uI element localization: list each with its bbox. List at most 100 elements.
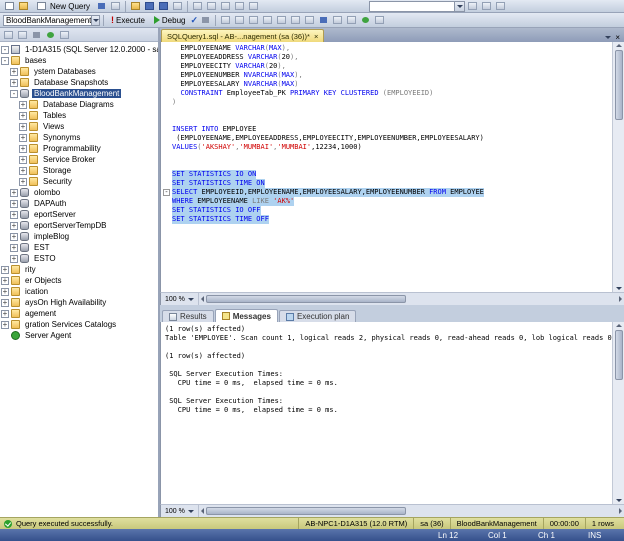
scrollbar-thumb[interactable] (205, 295, 406, 304)
scroll-up-icon[interactable] (615, 44, 622, 47)
messages-horizontal-scrollbar[interactable] (199, 505, 624, 517)
expand-icon[interactable]: + (10, 243, 18, 252)
save-all-icon[interactable] (157, 0, 170, 12)
close-icon[interactable]: × (314, 32, 318, 41)
find-icon[interactable] (466, 0, 479, 12)
expand-icon[interactable]: + (1, 298, 9, 307)
new-query-button[interactable]: New Query (31, 0, 94, 12)
expand-icon[interactable]: + (10, 78, 18, 87)
expand-icon[interactable]: + (19, 144, 27, 153)
scrollbar-thumb[interactable] (614, 330, 623, 381)
chevron-down-icon[interactable] (91, 15, 99, 25)
tree-item[interactable]: + rity (0, 264, 158, 275)
cut-icon[interactable] (191, 0, 204, 12)
redo-icon[interactable] (247, 0, 260, 12)
scroll-left-icon[interactable] (200, 296, 204, 303)
open-file-icon[interactable] (17, 0, 30, 12)
sql-editor-code[interactable]: EMPLOYEENAME VARCHAR(MAX), EMPLOYEEADDRE… (161, 42, 612, 292)
execute-button[interactable]: ! Execute (107, 14, 149, 26)
tree-item[interactable]: + er Objects (0, 275, 158, 286)
collapse-icon[interactable]: - (1, 56, 9, 65)
code-line-5[interactable]: EMPLOYEESALARY NVARCHAR(MAX) (161, 80, 612, 89)
database-engine-query-icon[interactable] (95, 0, 108, 12)
undo-icon[interactable] (233, 0, 246, 12)
code-line-18[interactable]: WHERE EMPLOYEENAME LIKE 'AK%' (161, 197, 612, 206)
collapse-icon[interactable]: - (10, 89, 18, 98)
messages-vertical-scrollbar[interactable] (612, 322, 624, 504)
scrollbar-thumb[interactable] (205, 507, 406, 515)
code-line-3[interactable]: EMPLOYEECITY VARCHAR(20), (161, 62, 612, 71)
paste-icon[interactable] (219, 0, 232, 12)
expand-icon[interactable]: + (1, 287, 9, 296)
code-line-20[interactable]: SET STATISTICS TIME OFF (161, 215, 612, 224)
estimated-plan-icon[interactable] (317, 14, 330, 26)
code-line-2[interactable]: EMPLOYEEADDRESS VARCHAR(20), (161, 53, 612, 62)
expand-icon[interactable]: + (19, 122, 27, 131)
toolbar-combobox[interactable] (369, 0, 466, 12)
navigate-forward-icon[interactable] (494, 0, 507, 12)
scroll-right-icon[interactable] (619, 508, 622, 514)
active-files-dropdown-icon[interactable] (605, 36, 612, 39)
chevron-down-icon[interactable] (454, 1, 465, 11)
expand-icon[interactable]: + (19, 111, 27, 120)
scrollbar-thumb[interactable] (614, 50, 623, 120)
editor-horizontal-scrollbar[interactable] (199, 293, 624, 305)
tree-item[interactable]: - BloodBankManagement (0, 88, 158, 99)
results-to-file-icon[interactable] (247, 14, 260, 26)
tree-item[interactable]: + agement (0, 308, 158, 319)
tab-execution-plan[interactable]: Execution plan (278, 310, 357, 323)
new-file-icon[interactable] (3, 0, 16, 12)
stop-icon[interactable] (30, 29, 43, 41)
tree-item[interactable]: + ication (0, 286, 158, 297)
code-line-12[interactable]: VALUES('AKSHAY','MUMBAI','MUMBAI',12234,… (161, 143, 612, 152)
collapse-region-icon[interactable]: - (163, 189, 170, 196)
expand-icon[interactable]: + (10, 221, 18, 230)
tree-item[interactable]: + impleBlog (0, 231, 158, 242)
expand-icon[interactable]: + (10, 254, 18, 263)
code-line-9[interactable] (161, 116, 612, 125)
expand-icon[interactable]: + (1, 276, 9, 285)
expand-icon[interactable]: + (19, 155, 27, 164)
tree-item[interactable]: + Storage (0, 165, 158, 176)
code-line-4[interactable]: EMPLOYEENUMBER NVARCHAR(MAX), (161, 71, 612, 80)
expand-icon[interactable]: + (10, 210, 18, 219)
print-icon[interactable] (171, 0, 184, 12)
results-to-grid-icon[interactable] (233, 14, 246, 26)
tree-item[interactable]: Server Agent (0, 330, 158, 341)
scroll-up-icon[interactable] (615, 324, 622, 328)
analysis-query-icon[interactable] (109, 0, 122, 12)
expand-icon[interactable]: + (19, 166, 27, 175)
tree-item[interactable]: + ystem Databases (0, 66, 158, 77)
code-line-1[interactable]: EMPLOYEENAME VARCHAR(MAX), (161, 44, 612, 53)
scroll-down-icon[interactable] (615, 499, 622, 502)
parse-icon[interactable]: ✓ (190, 15, 198, 25)
tab-results[interactable]: Results (162, 310, 214, 323)
code-line-10[interactable]: INSERT INTO EMPLOYEE (161, 125, 612, 134)
copy-icon[interactable] (205, 0, 218, 12)
tab-sqlquery1[interactable]: SQLQuery1.sql - AB-...nagement (sa (36))… (161, 29, 325, 42)
tree-item[interactable]: + Database Diagrams (0, 99, 158, 110)
scroll-right-icon[interactable] (619, 296, 622, 303)
editor-vertical-scrollbar[interactable] (612, 42, 624, 293)
tree-item[interactable]: + Database Snapshots (0, 77, 158, 88)
code-line-19[interactable]: SET STATISTICS IO OFF (161, 206, 612, 215)
query-options-icon[interactable] (345, 14, 358, 26)
expand-icon[interactable]: + (10, 188, 18, 197)
tree-item[interactable]: + Service Broker (0, 154, 158, 165)
expand-icon[interactable]: + (10, 199, 18, 208)
code-line-7[interactable]: ) (161, 98, 612, 107)
expand-icon[interactable]: + (10, 232, 18, 241)
comment-icon[interactable] (261, 14, 274, 26)
tree-item[interactable]: + Views (0, 121, 158, 132)
tree-item[interactable]: + olombo (0, 187, 158, 198)
code-line-11[interactable]: (EMPLOYEENAME,EMPLOYEEADDRESS,EMPLOYEECI… (161, 134, 612, 143)
navigate-back-icon[interactable] (480, 0, 493, 12)
open-icon[interactable] (129, 0, 142, 12)
expand-icon[interactable]: + (19, 100, 27, 109)
tree-item[interactable]: + eportServerTempDB (0, 220, 158, 231)
messages-text[interactable]: (1 row(s) affected) Table 'EMPLOYEE'. Sca… (161, 322, 612, 504)
code-line-17[interactable]: - SELECT EMPLOYEEID,EMPLOYEENAME,EMPLOYEE… (161, 188, 612, 197)
close-window-icon[interactable]: × (615, 33, 620, 42)
cancel-query-icon[interactable] (199, 14, 212, 26)
expand-icon[interactable]: + (1, 265, 9, 274)
